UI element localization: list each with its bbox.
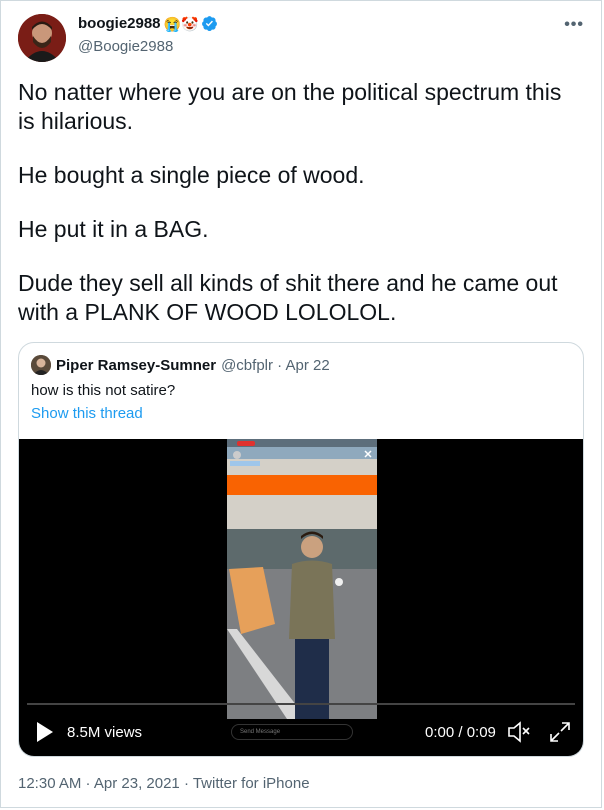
more-icon[interactable]: ••• xyxy=(564,16,584,34)
tweet-text: No natter where you are on the political… xyxy=(18,78,584,352)
tweet-paragraph: Dude they sell all kinds of shit there a… xyxy=(18,270,558,325)
tweet-paragraph: He put it in a BAG. xyxy=(18,216,209,242)
author-display-name[interactable]: boogie2988 xyxy=(78,15,161,32)
author-emojis: 😭🤡 xyxy=(163,15,199,32)
story-message-bar: Send Message xyxy=(231,724,353,740)
quote-text: how is this not satire? xyxy=(31,382,176,399)
quoted-tweet[interactable]: Piper Ramsey-Sumner @cbfplr · Apr 22 how… xyxy=(18,342,584,757)
quote-display-name[interactable]: Piper Ramsey-Sumner xyxy=(56,357,216,374)
quote-header: Piper Ramsey-Sumner @cbfplr · Apr 22 xyxy=(31,355,330,375)
progress-bar[interactable] xyxy=(27,703,575,705)
tweet-paragraph: He bought a single piece of wood. xyxy=(18,162,365,188)
quote-handle-date: @cbfplr · Apr 22 xyxy=(221,356,330,374)
video-player[interactable]: 8.5M views Send Message 0:00 / 0:09 xyxy=(19,439,583,756)
verified-icon xyxy=(202,16,218,32)
tweet-timestamp[interactable]: 12:30 AM · Apr 23, 2021 · Twitter for iP… xyxy=(18,775,310,792)
show-thread-link[interactable]: Show this thread xyxy=(31,405,143,422)
video-frame xyxy=(227,439,377,719)
video-time: 0:00 / 0:09 xyxy=(425,724,496,741)
tweet-paragraph: No natter where you are on the political… xyxy=(18,79,562,134)
author-handle[interactable]: @Boogie2988 xyxy=(78,38,173,55)
author-name-row[interactable]: boogie2988 😭🤡 xyxy=(78,15,218,32)
view-count: 8.5M views xyxy=(67,724,143,741)
video-controls: 8.5M views Send Message 0:00 / 0:09 xyxy=(19,709,583,754)
quote-avatar[interactable] xyxy=(31,355,51,375)
volume-icon[interactable] xyxy=(507,721,531,743)
fullscreen-icon[interactable] xyxy=(549,721,571,743)
author-avatar[interactable] xyxy=(18,14,66,62)
play-icon[interactable] xyxy=(35,721,55,743)
